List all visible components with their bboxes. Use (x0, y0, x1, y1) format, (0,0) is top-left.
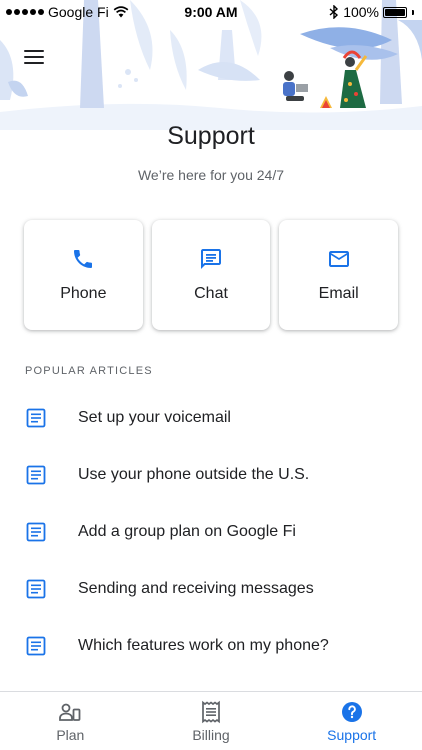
article-item[interactable]: Set up your voicemail (0, 389, 422, 446)
battery-tip (412, 9, 414, 15)
status-bar: Google Fi 9:00 AM 100% (0, 0, 422, 24)
email-label: Email (318, 285, 359, 302)
bluetooth-icon (329, 5, 339, 19)
battery-percent: 100% (343, 4, 379, 20)
signal-strength-icon (6, 9, 44, 15)
help-icon (341, 701, 362, 722)
carrier-name: Google Fi (48, 4, 109, 20)
nav-billing[interactable]: Billing (141, 692, 282, 750)
phone-label: Phone (60, 285, 107, 302)
article-icon (26, 579, 46, 598)
status-bar-left: Google Fi (6, 4, 129, 20)
bottom-navigation: Plan Billing Support (0, 691, 422, 750)
article-title: Add a group plan on Google Fi (78, 522, 296, 540)
article-icon (26, 408, 46, 427)
battery-fill (385, 8, 405, 16)
plan-icon (59, 703, 81, 721)
contact-options: Phone Chat Email (24, 220, 399, 330)
popular-articles-list: Set up your voicemail Use your phone out… (0, 389, 422, 674)
nav-support-label: Support (327, 726, 377, 743)
popular-articles-heading: POPULAR ARTICLES (25, 365, 153, 377)
nav-plan-label: Plan (56, 726, 85, 743)
article-item[interactable]: Which features work on my phone? (0, 617, 422, 674)
nav-plan[interactable]: Plan (0, 692, 141, 750)
menu-icon (24, 50, 44, 52)
article-title: Which features work on my phone? (78, 636, 329, 654)
article-item[interactable]: Use your phone outside the U.S. (0, 446, 422, 503)
battery-icon (383, 6, 407, 18)
article-item[interactable]: Sending and receiving messages (0, 560, 422, 617)
article-icon (26, 636, 46, 655)
article-item[interactable]: Add a group plan on Google Fi (0, 503, 422, 560)
nav-support[interactable]: Support (281, 692, 422, 750)
email-icon (328, 251, 349, 267)
article-title: Set up your voicemail (78, 408, 231, 426)
email-button[interactable]: Email (279, 220, 399, 330)
article-icon (26, 465, 46, 484)
page-title: Support (167, 122, 255, 150)
phone-button[interactable]: Phone (24, 220, 143, 330)
menu-button[interactable] (24, 46, 50, 68)
status-bar-right: 100% (329, 4, 414, 20)
article-title: Sending and receiving messages (78, 579, 314, 597)
phone-icon (74, 250, 93, 268)
page-subtitle: We’re here for you 24/7 (137, 167, 285, 183)
billing-icon (202, 700, 220, 723)
chat-label: Chat (194, 285, 228, 302)
article-icon (26, 522, 46, 541)
wifi-icon (113, 6, 129, 18)
chat-icon (201, 249, 221, 269)
chat-button[interactable]: Chat (151, 220, 271, 330)
nav-billing-label: Billing (192, 726, 230, 743)
article-title: Use your phone outside the U.S. (78, 465, 310, 483)
